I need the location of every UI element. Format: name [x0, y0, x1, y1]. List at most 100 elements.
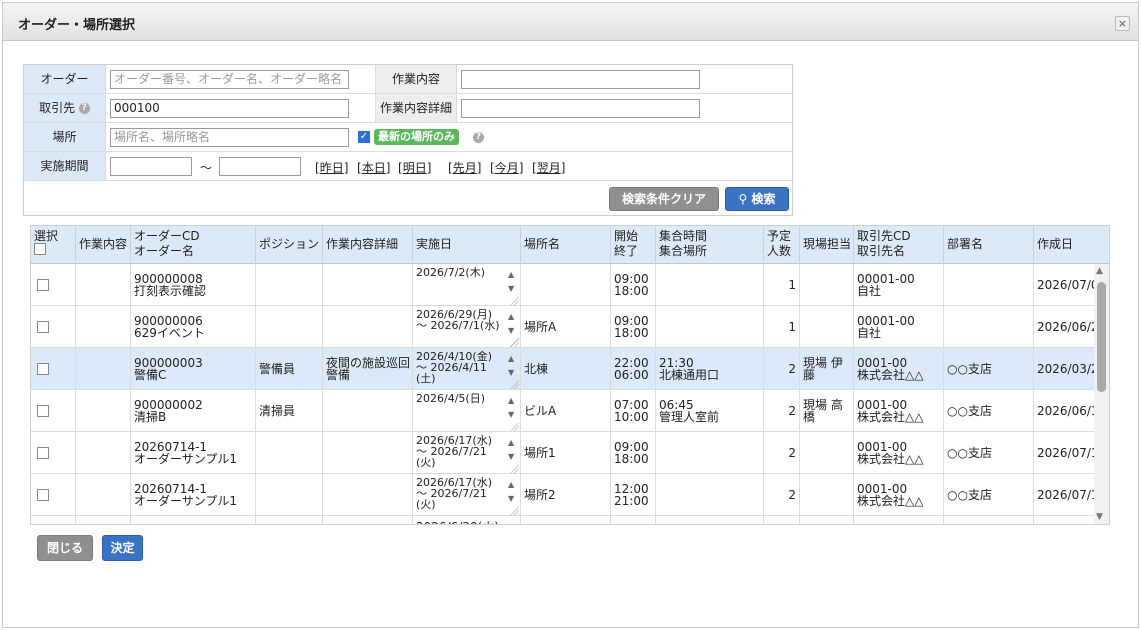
- client-label-text: 取引先: [39, 101, 76, 115]
- date-spinner[interactable]: ▲ ▼: [508, 352, 518, 380]
- row-select-checkbox[interactable]: [37, 489, 49, 501]
- table-row[interactable]: 900000008 打刻表示確認 2026/7/2(木) ▲ ▼ 09:00 18:00 1 0…: [31, 264, 1109, 306]
- date-spinner[interactable]: ▲ ▼: [508, 478, 518, 506]
- latest-only-label[interactable]: 最新の場所のみ: [374, 129, 459, 145]
- dept-name: ○○支店: [947, 404, 992, 418]
- date-spinner[interactable]: ▲ ▼: [508, 436, 518, 464]
- spin-up-icon[interactable]: ▲: [508, 478, 518, 492]
- date-spinner[interactable]: ▲ ▼: [508, 310, 518, 338]
- order-input[interactable]: オーダー番号、オーダー名、オーダー略名: [110, 70, 349, 89]
- link-tomorrow[interactable]: [明日]: [398, 159, 431, 176]
- date-line: [416, 331, 517, 342]
- date-line: ～ 2026/7/1(水): [416, 319, 500, 332]
- cell-place: ビルA: [521, 390, 611, 432]
- link-yesterday-text[interactable]: 昨日: [320, 161, 344, 175]
- date-line: [416, 289, 517, 300]
- cell-dept: [944, 306, 1034, 348]
- cell-position: 警備員: [256, 348, 323, 390]
- link-this-month-text[interactable]: 今月: [495, 161, 519, 175]
- date-spinner[interactable]: ▲ ▼: [508, 394, 518, 422]
- link-yesterday[interactable]: [昨日]: [315, 159, 348, 176]
- resize-grip-icon[interactable]: [510, 506, 519, 515]
- work-detail-input[interactable]: [461, 99, 700, 118]
- spin-up-icon[interactable]: ▲: [508, 436, 518, 450]
- spin-down-icon[interactable]: ▼: [508, 408, 518, 422]
- spin-up-icon[interactable]: ▲: [508, 352, 518, 366]
- place-input[interactable]: 場所名、場所略名: [110, 128, 349, 147]
- work-input[interactable]: [461, 70, 700, 89]
- cell-meet: [656, 432, 764, 474]
- scroll-up-icon[interactable]: ▲: [1096, 266, 1103, 276]
- link-next-month[interactable]: [翌月]: [532, 159, 565, 176]
- meet-place: [659, 495, 760, 507]
- resize-grip-icon[interactable]: [510, 338, 519, 347]
- header-order-cd: オーダーCD: [134, 229, 200, 243]
- date-line: (土): [416, 372, 436, 385]
- table-row[interactable]: 900000002 清掃B 清掃員 2026/4/5(日) ▲ ▼ ビルA 07:00 10:0…: [31, 390, 1109, 432]
- cell-time: 09:00 18:00: [611, 432, 656, 474]
- place-name: [524, 279, 607, 291]
- spin-up-icon[interactable]: ▲: [508, 394, 518, 408]
- clear-conditions-button[interactable]: 検索条件クリア: [609, 187, 719, 211]
- confirm-button[interactable]: 決定: [102, 535, 143, 561]
- cell-work: [76, 264, 131, 306]
- row-select-checkbox[interactable]: [37, 321, 49, 333]
- spin-up-icon[interactable]: ▲: [508, 268, 518, 282]
- spin-down-icon[interactable]: ▼: [508, 324, 518, 338]
- table-row[interactable]: 20260714-1 オーダーサンプル1 2026/6/17(水) ～ 2026/7/…: [31, 474, 1109, 516]
- link-next-month-text[interactable]: 翌月: [537, 161, 561, 175]
- cell-client: [854, 516, 944, 524]
- work-detail-line: [326, 399, 409, 411]
- table-row[interactable]: 900000006 629イベント 2026/6/29(月) ～ 2026/7/1(水…: [31, 306, 1109, 348]
- onsite-line: [803, 273, 850, 285]
- cell-order: 20260714-1 オーダーサンプル1: [131, 474, 256, 516]
- cell-select: [31, 390, 76, 432]
- row-select-checkbox[interactable]: [37, 447, 49, 459]
- spin-down-icon[interactable]: ▼: [508, 450, 518, 464]
- client-input[interactable]: 000100: [110, 99, 349, 118]
- search-button[interactable]: ⚲ 検索: [725, 187, 789, 211]
- cell-onsite: [800, 432, 854, 474]
- link-last-month[interactable]: [先月]: [448, 159, 481, 176]
- header-end: 終了: [614, 244, 639, 258]
- close-icon[interactable]: ×: [1115, 16, 1130, 31]
- date-spinner[interactable]: ▲ ▼: [508, 268, 518, 296]
- spin-down-icon[interactable]: ▼: [508, 282, 518, 296]
- resize-grip-icon[interactable]: [510, 380, 519, 389]
- spin-down-icon[interactable]: ▼: [508, 366, 518, 380]
- link-today-text[interactable]: 本日: [362, 161, 386, 175]
- scroll-down-icon[interactable]: ▼: [1096, 512, 1103, 522]
- resize-grip-icon[interactable]: [510, 296, 519, 305]
- spin-up-icon[interactable]: ▲: [508, 310, 518, 324]
- link-tomorrow-text[interactable]: 明日: [403, 161, 427, 175]
- header-meet: 集合時間 集合場所: [656, 226, 764, 264]
- cell-work-detail: [323, 516, 413, 524]
- header-place: 場所名: [521, 226, 611, 264]
- table-row[interactable]: 900000003 警備C 警備員 夜間の施設巡回 警備 2026/4/10(金) ～ 20…: [31, 348, 1109, 390]
- latest-only-checkbox[interactable]: ✓: [358, 131, 370, 143]
- scrollbar-thumb[interactable]: [1097, 282, 1106, 392]
- period-to-input[interactable]: [219, 157, 301, 176]
- help-icon[interactable]: ?: [473, 132, 484, 143]
- select-all-checkbox[interactable]: [34, 243, 46, 255]
- link-today[interactable]: [本日]: [357, 159, 390, 176]
- table-scrollbar[interactable]: ▲ ▼: [1094, 264, 1109, 524]
- spin-down-icon[interactable]: ▼: [508, 492, 518, 506]
- header-start: 開始: [614, 229, 639, 243]
- link-this-month[interactable]: [今月]: [490, 159, 523, 176]
- period-from-input[interactable]: [110, 157, 192, 176]
- cell-onsite: [800, 474, 854, 516]
- resize-grip-icon[interactable]: [510, 464, 519, 473]
- onsite-line: 藤: [803, 368, 816, 382]
- row-select-checkbox[interactable]: [37, 405, 49, 417]
- resize-grip-icon[interactable]: [510, 422, 519, 431]
- table-row[interactable]: 2026/6/30(火): [31, 516, 1109, 524]
- help-icon[interactable]: ?: [78, 103, 90, 114]
- table-row[interactable]: 20260714-1 オーダーサンプル1 2026/6/17(水) ～ 2026/7/…: [31, 432, 1109, 474]
- close-button[interactable]: 閉じる: [37, 535, 93, 561]
- row-select-checkbox[interactable]: [37, 363, 49, 375]
- cell-date: 2026/4/5(日) ▲ ▼: [413, 390, 521, 432]
- row-select-checkbox[interactable]: [37, 279, 49, 291]
- cell-date: 2026/7/2(木) ▲ ▼: [413, 264, 521, 306]
- link-last-month-text[interactable]: 先月: [453, 161, 477, 175]
